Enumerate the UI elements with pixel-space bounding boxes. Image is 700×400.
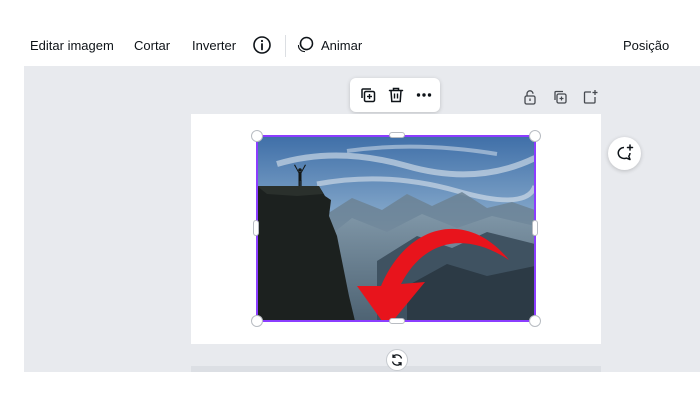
resize-handle-bottom[interactable] xyxy=(389,318,405,324)
element-floating-toolbar xyxy=(350,78,440,112)
crop-button[interactable]: Cortar xyxy=(134,36,170,56)
resize-handle-left[interactable] xyxy=(253,220,259,236)
resize-handle-top-left[interactable] xyxy=(251,130,263,142)
rotate-handle[interactable] xyxy=(386,349,408,371)
resize-handle-top[interactable] xyxy=(389,132,405,138)
animate-icon[interactable] xyxy=(296,36,314,54)
add-comment-button[interactable] xyxy=(608,137,641,170)
rotate-icon xyxy=(391,354,403,366)
bottom-strip xyxy=(0,372,700,400)
flip-button[interactable]: Inverter xyxy=(192,36,236,56)
add-page-icon[interactable] xyxy=(582,89,598,105)
resize-handle-top-right[interactable] xyxy=(529,130,541,142)
position-button[interactable]: Posição xyxy=(623,36,669,56)
animate-button[interactable]: Animar xyxy=(321,36,362,56)
mountain-photo[interactable] xyxy=(257,136,535,321)
lock-icon[interactable] xyxy=(522,89,538,105)
add-comment-icon xyxy=(617,144,634,161)
duplicate-icon[interactable] xyxy=(359,86,377,104)
resize-handle-right[interactable] xyxy=(532,220,538,236)
duplicate-page-icon[interactable] xyxy=(552,89,568,105)
more-icon[interactable] xyxy=(415,86,433,104)
toolbar-divider xyxy=(285,35,286,57)
top-toolbar: Editar imagem Cortar Inverter Animar Pos… xyxy=(0,0,700,66)
edit-image-button[interactable]: Editar imagem xyxy=(30,36,114,56)
info-icon[interactable] xyxy=(252,35,272,55)
trash-icon[interactable] xyxy=(387,86,405,104)
resize-handle-bottom-left[interactable] xyxy=(251,315,263,327)
resize-handle-bottom-right[interactable] xyxy=(529,315,541,327)
